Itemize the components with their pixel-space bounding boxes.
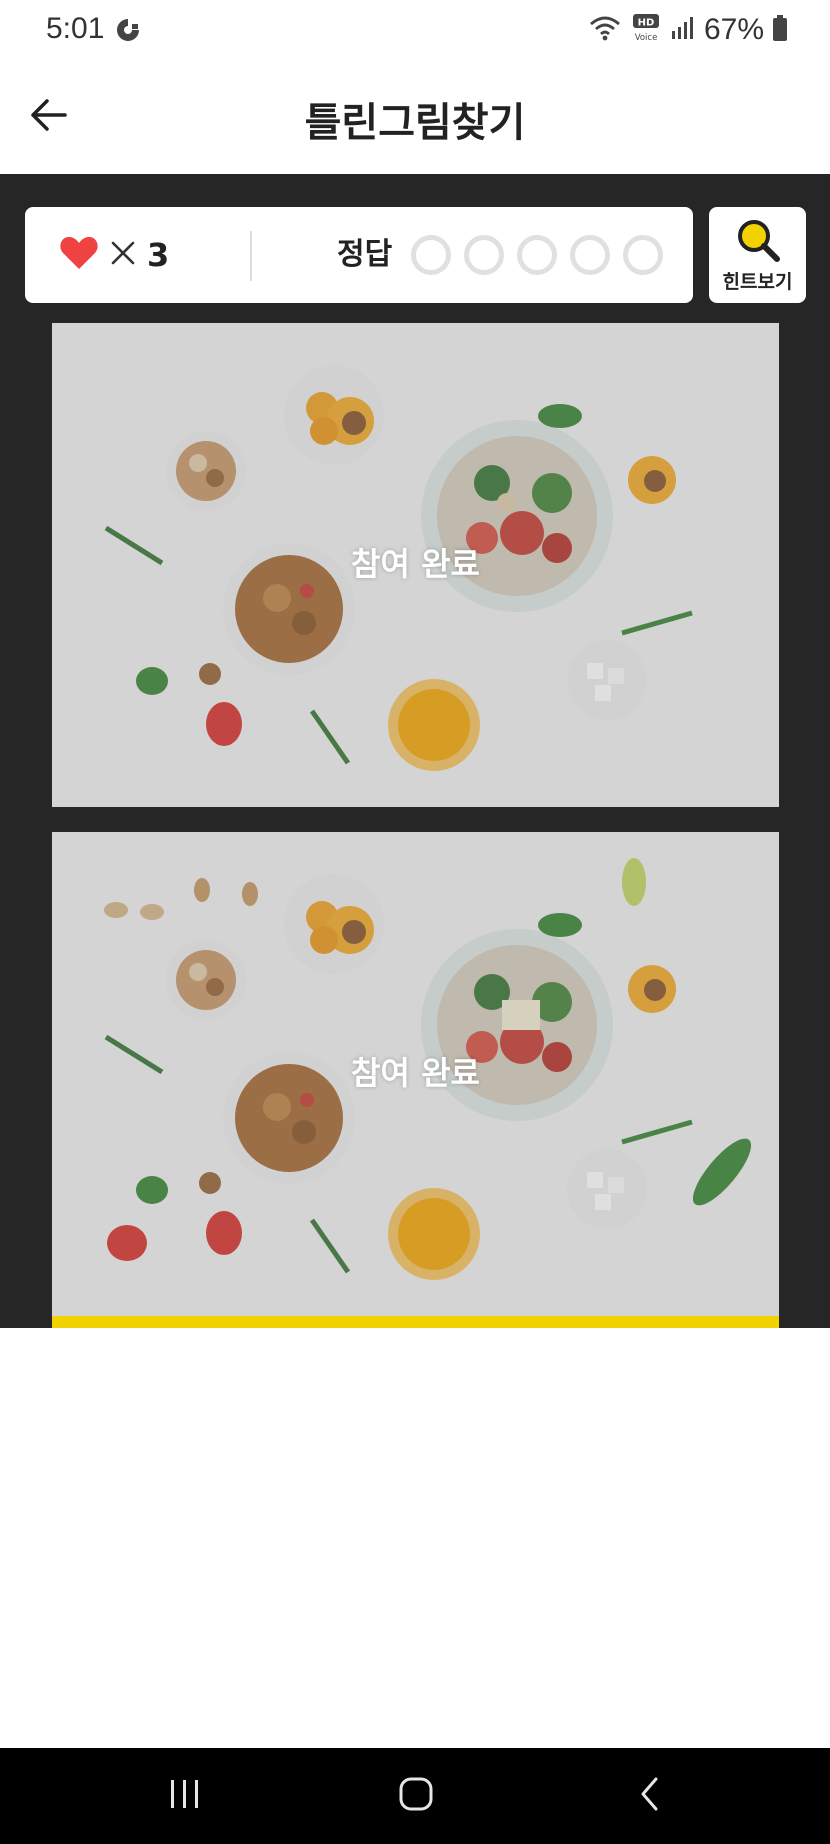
lives-count: 3 [147, 236, 170, 274]
voice-text: Voice [635, 33, 658, 43]
hd-text: HD [638, 18, 655, 29]
participation-complete-label: 참여 완료 [351, 1054, 480, 1092]
wifi-icon [588, 14, 622, 46]
hint-label: 힌트보기 [722, 271, 793, 293]
participation-complete-label: 참여 완료 [351, 545, 480, 583]
magnifier-icon [735, 217, 781, 263]
answer-slot [517, 235, 557, 275]
status-time: 5:01 [46, 12, 105, 45]
battery-icon [772, 14, 788, 46]
app-header: 틀린그림찾기 [0, 60, 830, 174]
battery-percent: 67% [703, 13, 764, 46]
answer-slot [464, 235, 504, 275]
answer-slot [570, 235, 610, 275]
home-icon [398, 1776, 434, 1816]
answer-slot [623, 235, 663, 275]
game-area: 3 정답 힌트보기 참여 완료 참여 완료 [0, 174, 830, 1328]
recent-apps-button[interactable] [155, 1776, 215, 1816]
progress-bar [52, 1316, 779, 1328]
hd-voice-icon: HD Voice [630, 13, 662, 47]
home-button[interactable] [386, 1776, 446, 1816]
heart-icon [59, 235, 99, 275]
system-nav-bar [0, 1748, 830, 1844]
card-divider [250, 231, 252, 281]
puzzle-image-original[interactable]: 참여 완료 [52, 323, 779, 807]
page-title: 틀린그림찾기 [304, 100, 526, 146]
answer-slots [411, 235, 663, 275]
score-card: 3 정답 [25, 207, 693, 303]
puzzle-image-modified[interactable]: 참여 완료 [52, 832, 779, 1316]
app-notification-icon [114, 16, 142, 44]
hint-button[interactable]: 힌트보기 [709, 207, 806, 303]
answer-label: 정답 [337, 237, 393, 272]
chevron-left-icon [638, 1776, 662, 1816]
recent-apps-icon [167, 1778, 203, 1814]
lives-counter: 3 [59, 233, 169, 277]
answer-slot [411, 235, 451, 275]
multiply-icon [109, 239, 137, 271]
signal-icon [670, 15, 696, 45]
status-bar: 5:01 HD Voice 67% [0, 0, 830, 60]
status-indicators: HD Voice 67% [588, 12, 788, 48]
system-back-button[interactable] [620, 1776, 680, 1816]
